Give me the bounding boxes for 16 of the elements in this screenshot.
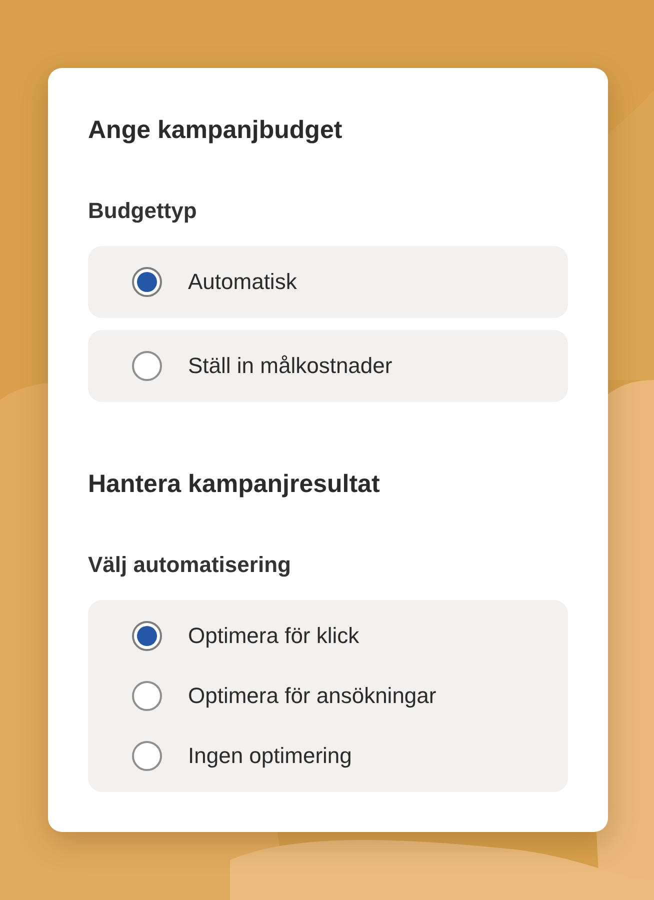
section-subtitle: Välj automatisering (88, 551, 291, 579)
section-title: Ange kampanjbudget (88, 115, 342, 146)
option-card[interactable]: Automatisk (88, 246, 568, 318)
option-label[interactable]: Optimera för ansökningar (188, 681, 436, 711)
section-subtitle: Budgettyp (88, 197, 197, 225)
option-label: Automatisk (188, 268, 297, 296)
radio-button[interactable] (132, 267, 162, 297)
section-title: Hantera kampanjresultat (88, 469, 380, 500)
radio-button[interactable] (132, 621, 162, 651)
radio-button[interactable] (132, 681, 162, 711)
option-card[interactable]: Ställ in målkostnader (88, 330, 568, 402)
option-label[interactable]: Optimera för klick (188, 621, 360, 651)
option-label[interactable]: Ingen optimering (188, 741, 352, 771)
radio-button[interactable] (132, 351, 162, 381)
radio-button[interactable] (132, 741, 162, 771)
option-label: Ställ in målkostnader (188, 352, 392, 380)
